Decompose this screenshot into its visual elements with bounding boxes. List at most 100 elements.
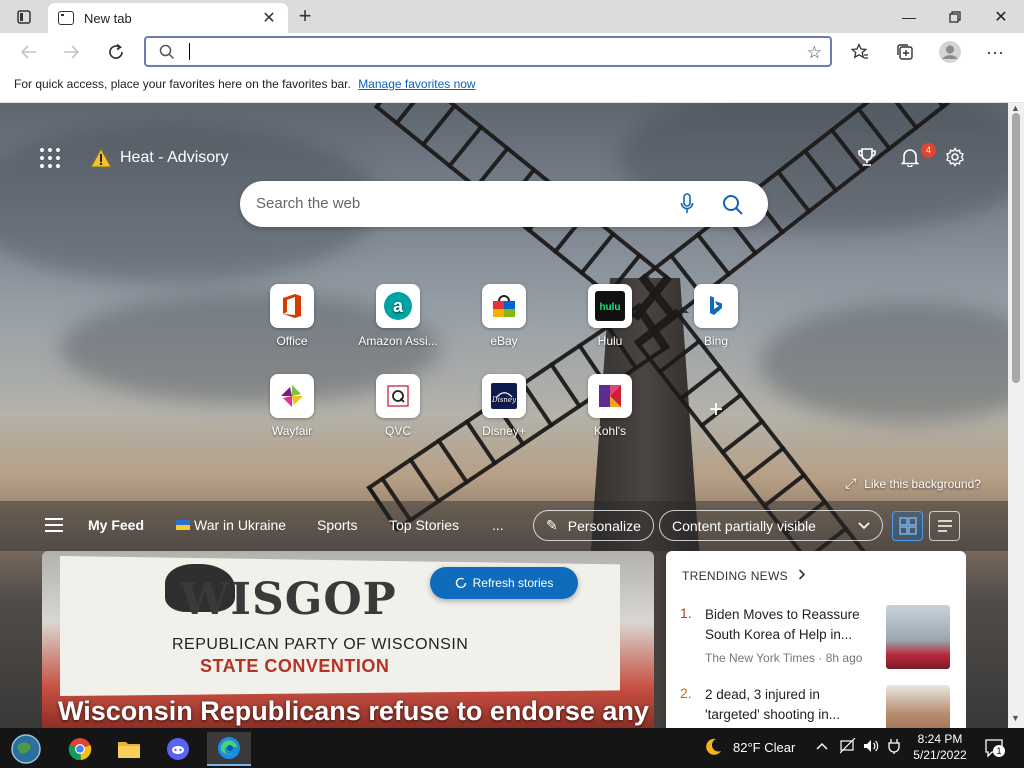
new-tab-page: Heat - Advisory 4 Search the web Office … [0, 103, 1008, 728]
trending-news-title: TRENDING NEWS [682, 569, 788, 583]
file-explorer-taskbar-button[interactable] [109, 732, 149, 766]
quick-link-wayfair[interactable]: Wayfair [247, 374, 337, 438]
ebay-bag-icon [482, 284, 526, 328]
list-layout-icon [937, 520, 952, 532]
trending-rank: 2. [680, 685, 692, 701]
content-visibility-dropdown[interactable]: Content partially visible [659, 510, 883, 541]
quick-link-hulu[interactable]: hulu Hulu [565, 284, 655, 348]
trending-item[interactable]: 2. 2 dead, 3 injured in 'targeted' shoot… [680, 685, 952, 728]
bell-icon [900, 149, 920, 168]
rewards-button[interactable] [857, 147, 877, 172]
qvc-icon [376, 374, 420, 418]
address-bar-input[interactable]: ☆ [144, 36, 832, 67]
apps-launcher-icon[interactable] [40, 148, 60, 168]
page-scrollbar[interactable]: ▲ ▼ [1008, 103, 1024, 728]
office-icon [270, 284, 314, 328]
feed-menu-icon[interactable] [45, 518, 63, 532]
minimize-button[interactable]: — [886, 0, 932, 33]
pencil-icon: ✎ [546, 517, 558, 533]
like-background-label: Like this background? [864, 477, 981, 491]
taskbar-clock[interactable]: 8:24 PM 5/21/2022 [912, 731, 968, 763]
restore-button[interactable] [932, 0, 978, 33]
tab-title: New tab [84, 10, 132, 26]
profile-button[interactable] [935, 37, 965, 67]
back-button[interactable] [14, 37, 44, 67]
scrollbar-thumb[interactable] [1012, 113, 1020, 383]
ntp-header: Heat - Advisory [40, 148, 228, 168]
quick-link-office[interactable]: Office [247, 284, 337, 348]
quick-link-qvc[interactable]: QVC [353, 374, 443, 438]
amazon-assistant-icon: a [376, 284, 420, 328]
page-settings-button[interactable] [945, 147, 965, 172]
feed-more-tabs-button[interactable]: ... [492, 517, 504, 533]
close-tab-icon[interactable]: ✕ [260, 8, 278, 28]
browser-tab-new-tab[interactable]: New tab ✕ [48, 3, 288, 33]
chevron-right-icon [798, 569, 805, 580]
action-center-button[interactable]: 1 [982, 736, 1006, 760]
settings-and-more-button[interactable]: ··· [980, 37, 1010, 67]
feed-tab-top-stories[interactable]: Top Stories [389, 517, 459, 533]
quick-link-kohls[interactable]: Kohl's [565, 374, 655, 438]
quick-link-ebay[interactable]: eBay [459, 284, 549, 348]
refresh-stories-button[interactable]: Refresh stories [430, 567, 578, 599]
like-background-link[interactable]: ⤢ Like this background? [845, 475, 981, 492]
background-cloud [760, 303, 1008, 423]
manage-favorites-link[interactable]: Manage favorites now [358, 77, 475, 91]
weather-moon-icon[interactable] [703, 737, 723, 760]
windows-taskbar: 82°F Clear 8:24 PM 5/21/2022 1 [0, 728, 1024, 768]
weather-alert-label[interactable]: Heat - Advisory [120, 149, 228, 167]
forward-button[interactable] [56, 37, 86, 67]
trending-news-header[interactable]: TRENDING NEWS [682, 569, 806, 583]
grid-layout-button[interactable] [892, 511, 923, 541]
refresh-stories-label: Refresh stories [472, 576, 554, 590]
search-icon[interactable] [722, 194, 744, 216]
disney-plus-icon: Disney [482, 374, 526, 418]
power-plug-icon[interactable] [886, 738, 902, 757]
feed-tab-war-in-ukraine[interactable]: War in Ukraine [176, 517, 286, 533]
notifications-button[interactable] [900, 147, 920, 172]
edge-taskbar-button[interactable] [207, 732, 251, 766]
microphone-icon[interactable] [680, 193, 694, 215]
volume-icon[interactable] [863, 738, 879, 757]
network-icon[interactable] [839, 737, 856, 757]
refresh-button[interactable] [101, 37, 131, 67]
hero-headline[interactable]: Wisconsin Republicans refuse to endorse … [58, 696, 649, 727]
personalize-button[interactable]: ✎ Personalize [533, 510, 654, 541]
chevron-down-icon [858, 521, 870, 529]
trending-item[interactable]: 1. Biden Moves to Reassure South Korea o… [680, 605, 952, 675]
list-layout-button[interactable] [929, 511, 960, 541]
show-hidden-icons-button[interactable] [816, 738, 828, 753]
add-favorite-icon[interactable]: ☆ [807, 43, 822, 63]
banner-headline: WISGOP [180, 574, 397, 625]
quick-link-amazon-assistant[interactable]: a Amazon Assi... [353, 284, 443, 348]
title-bar: New tab ✕ + — ✕ [0, 0, 1024, 33]
quick-link-label: Wayfair [271, 424, 313, 438]
quick-link-label: Kohl's [593, 424, 627, 438]
feed-tab-sports[interactable]: Sports [317, 517, 357, 533]
discord-icon [167, 738, 189, 760]
chevron-up-icon [816, 742, 828, 750]
clock-date: 5/21/2022 [913, 748, 967, 762]
chrome-taskbar-button[interactable] [60, 732, 100, 766]
quick-link-label: QVC [384, 424, 411, 438]
start-button[interactable] [6, 732, 46, 766]
discord-taskbar-button[interactable] [158, 732, 198, 766]
scroll-down-icon[interactable]: ▼ [1011, 713, 1020, 723]
tab-actions-button[interactable] [0, 0, 48, 33]
taskbar-weather[interactable]: 82°F Clear [733, 740, 795, 755]
text-caret [189, 43, 190, 60]
quick-link-disney-plus[interactable]: Disney Disney+ [459, 374, 549, 438]
feed-tab-my-feed[interactable]: My Feed [88, 517, 144, 533]
new-tab-button[interactable]: + [292, 4, 318, 30]
scroll-up-icon[interactable]: ▲ [1011, 103, 1020, 113]
quick-link-label: Hulu [597, 334, 623, 348]
folder-icon [118, 742, 140, 758]
quick-link-bing[interactable]: Bing [671, 284, 761, 348]
add-quick-link-button[interactable]: + [704, 398, 728, 423]
collections-icon [897, 44, 913, 60]
favorites-button[interactable] [845, 37, 875, 67]
collections-button[interactable] [890, 37, 920, 67]
trending-thumbnail [886, 605, 950, 669]
web-search-input[interactable]: Search the web [240, 181, 768, 227]
close-window-button[interactable]: ✕ [978, 0, 1024, 33]
